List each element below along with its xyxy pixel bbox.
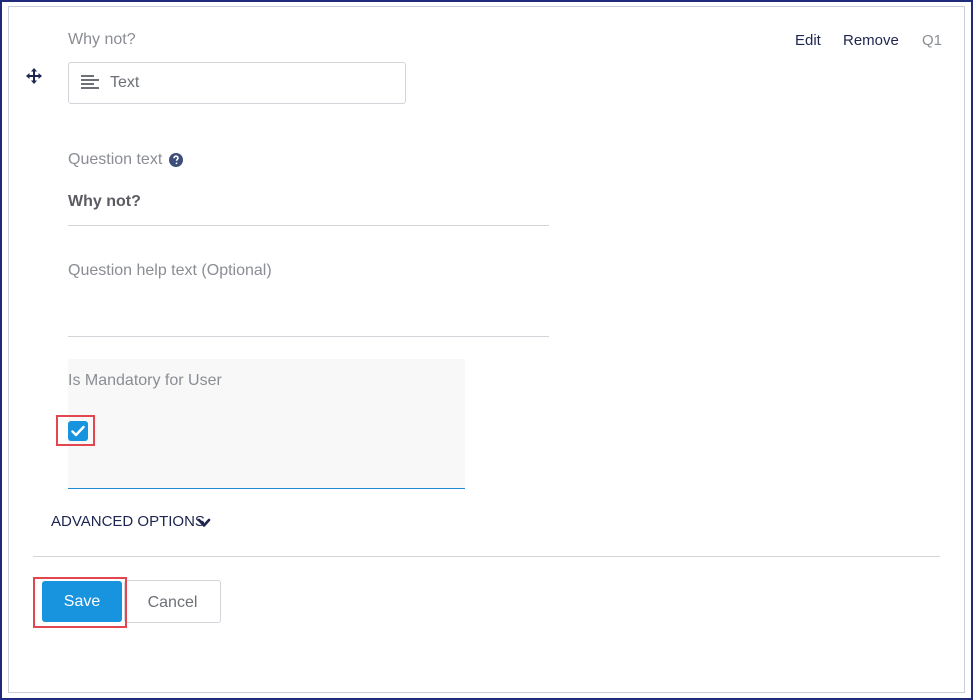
- help-text-underline: [68, 336, 549, 337]
- cancel-button[interactable]: Cancel: [124, 580, 221, 623]
- question-text-label: Question text: [68, 151, 163, 168]
- text-lines-icon: [81, 75, 99, 89]
- help-text-field[interactable]: Question help text (Optional): [68, 262, 272, 280]
- question-text-field[interactable]: Why not?: [68, 193, 141, 211]
- edit-link[interactable]: Edit: [795, 32, 821, 49]
- save-button[interactable]: Save: [42, 581, 122, 622]
- mandatory-label: Is Mandatory for User: [68, 372, 222, 389]
- advanced-options-toggle[interactable]: ADVANCED OPTIONS: [51, 513, 205, 530]
- mandatory-checkbox[interactable]: [68, 421, 88, 441]
- question-text-underline: [68, 225, 549, 226]
- remove-link[interactable]: Remove: [843, 32, 899, 49]
- question-type-label: Text: [110, 74, 140, 91]
- move-icon[interactable]: [25, 67, 43, 85]
- question-circle-icon[interactable]: [169, 153, 183, 167]
- question-type-selector[interactable]: Text: [68, 62, 406, 104]
- check-icon: [71, 425, 85, 437]
- question-label: Why not?: [68, 31, 136, 48]
- question-number: Q1: [922, 32, 943, 49]
- divider: [33, 556, 940, 557]
- chevron-down-icon[interactable]: [197, 516, 211, 528]
